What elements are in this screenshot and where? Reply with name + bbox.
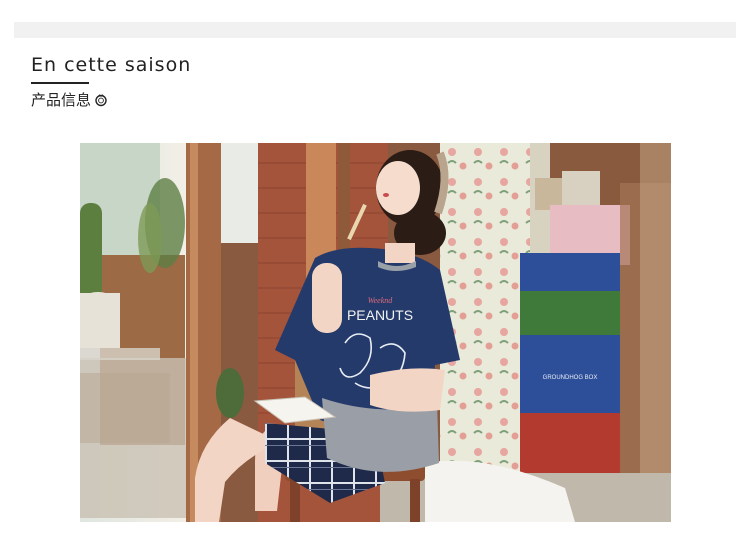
title-underline [31, 82, 89, 84]
subtitle-row: 产品信息 [31, 89, 108, 110]
top-band [14, 22, 736, 38]
shirt-text-small: Weeknd [368, 296, 394, 305]
subtitle-text: 产品信息 [31, 91, 92, 109]
section-title: En cette saison [31, 54, 192, 76]
crate-label: GROUNDHOG BOX [543, 375, 598, 381]
product-photo: GROUNDHOG BOX Weeknd PEANUTS [80, 143, 671, 522]
ring-icon [94, 93, 108, 107]
shirt-text-large: PEANUTS [347, 307, 413, 323]
